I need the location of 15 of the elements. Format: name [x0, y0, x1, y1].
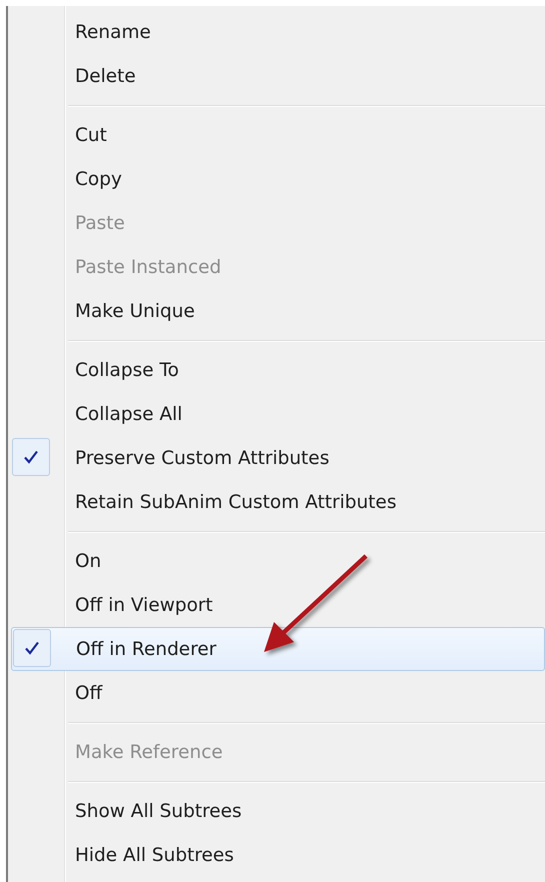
menu-item[interactable]: Preserve Custom Attributes	[8, 436, 545, 480]
menu-item[interactable]: Cut	[8, 113, 545, 157]
menu-item[interactable]: Off	[8, 671, 545, 715]
menu-item[interactable]: Make Unique	[8, 289, 545, 333]
menu-item[interactable]: Copy	[8, 157, 545, 201]
menu-item[interactable]: Off in Renderer	[11, 627, 545, 671]
menu-item[interactable]: Delete	[8, 54, 545, 98]
menu-item[interactable]: Collapse To	[8, 348, 545, 392]
menu-item[interactable]: Retain SubAnim Custom Attributes	[8, 480, 545, 524]
menu-item[interactable]: Rename	[8, 10, 545, 54]
menu-item[interactable]: On	[8, 539, 545, 583]
menu-item[interactable]: Off in Viewport	[8, 583, 545, 627]
menu-item[interactable]: Collapse All	[8, 392, 545, 436]
menu-item[interactable]: Show All Subtrees	[8, 789, 545, 833]
menu-item[interactable]: Hide All Subtrees	[8, 833, 545, 877]
